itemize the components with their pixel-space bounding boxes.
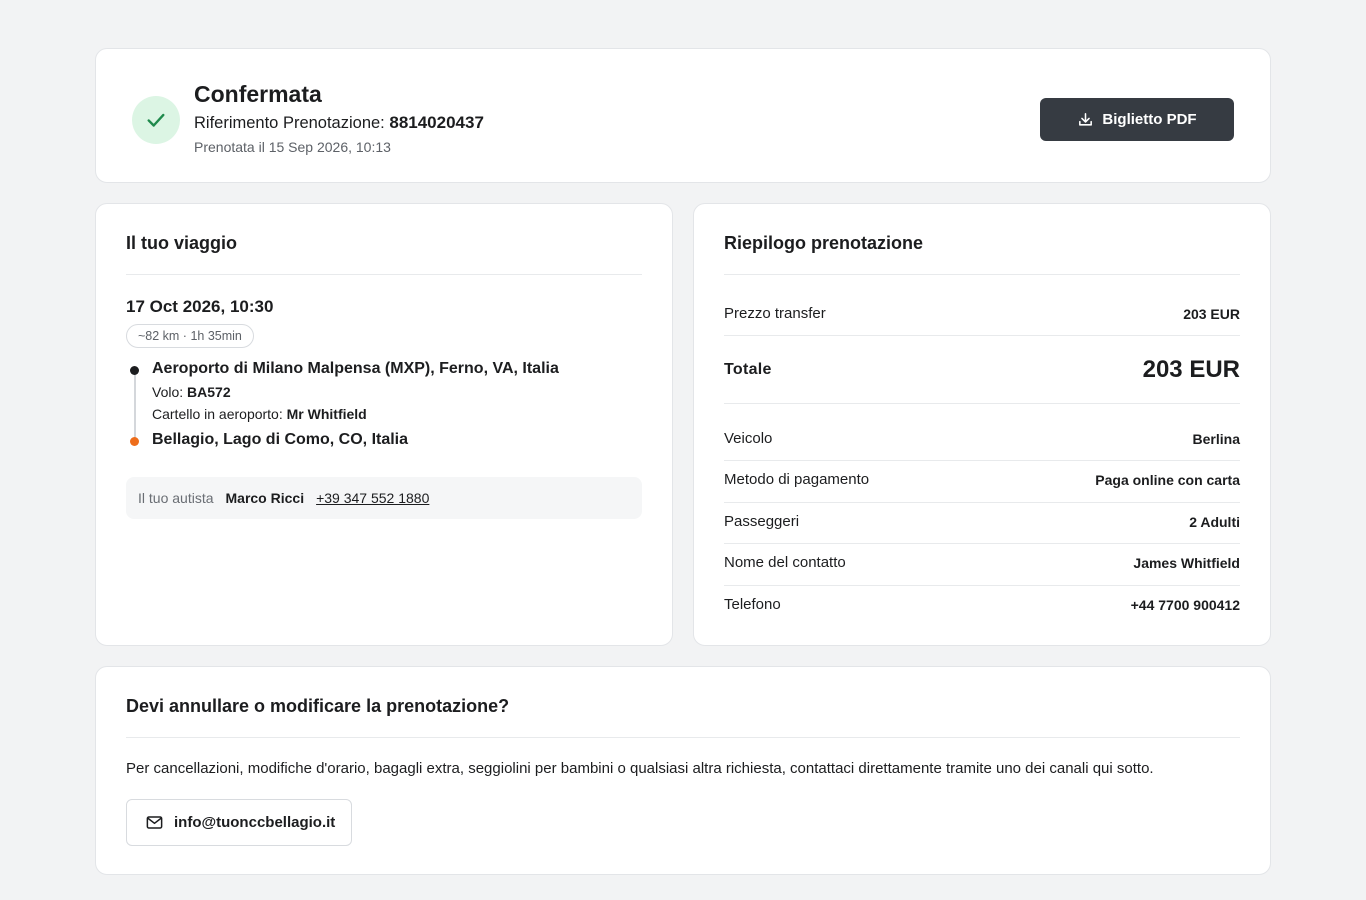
status-title: Confermata: [194, 81, 322, 107]
divider: [724, 543, 1240, 544]
transfer-price-value: 203 EUR: [1183, 305, 1240, 322]
sign-value: Mr Whitfield: [286, 406, 367, 422]
pickup-dot-icon: [130, 366, 139, 375]
route-line: [134, 374, 136, 440]
flight-value: BA572: [187, 384, 231, 400]
download-pdf-button[interactable]: Biglietto PDF: [1040, 98, 1234, 141]
phone-value: +44 7700 900412: [1130, 596, 1240, 613]
summary-row: Nome del contatto James Whitfield: [724, 554, 1240, 571]
divider: [724, 274, 1240, 275]
pickup-location: Aeroporto di Milano Malpensa (MXP), Fern…: [152, 360, 559, 377]
booked-at: Prenotata il 15 Sep 2026, 10:13: [194, 139, 391, 155]
sign-label: Cartello in aeroporto:: [152, 406, 283, 422]
divider: [724, 335, 1240, 336]
driver-label: Il tuo autista: [138, 490, 214, 506]
check-icon: [132, 96, 180, 144]
vehicle-label: Veicolo: [724, 430, 773, 447]
reference-value: 8814020437: [389, 113, 484, 132]
dropoff-dot-icon: [130, 437, 139, 446]
summary-row: Metodo di pagamento Paga online con cart…: [724, 471, 1240, 488]
flight-label: Volo:: [152, 384, 184, 400]
booking-status-card: Confermata Riferimento Prenotazione: 881…: [95, 48, 1271, 183]
download-icon: [1077, 111, 1094, 128]
summary-row: Passeggeri 2 Adulti: [724, 513, 1240, 530]
driver-name: Marco Ricci: [225, 490, 305, 506]
driver-info: Il tuo autista Marco Ricci +39 347 552 1…: [126, 477, 642, 519]
divider: [724, 502, 1240, 503]
dropoff-location: Bellagio, Lago di Como, CO, Italia: [152, 431, 409, 448]
summary-row: Veicolo Berlina: [724, 430, 1240, 447]
cancel-instructions: Per cancellazioni, modifiche d'orario, b…: [126, 760, 1154, 777]
summary-title: Riepilogo prenotazione: [724, 233, 924, 253]
passengers-label: Passeggeri: [724, 513, 800, 530]
passengers-value: 2 Adulti: [1189, 513, 1240, 530]
total-label: Totale: [724, 361, 772, 378]
booking-summary-card: Riepilogo prenotazione Prezzo transfer 2…: [693, 203, 1271, 646]
trip-date-time: 17 Oct 2026, 10:30: [126, 297, 274, 316]
payment-method-label: Metodo di pagamento: [724, 471, 870, 488]
cancel-title: Devi annullare o modificare la prenotazi…: [126, 696, 510, 716]
cancel-modify-card: Devi annullare o modificare la prenotazi…: [95, 666, 1271, 875]
mail-icon: [145, 813, 164, 832]
phone-label: Telefono: [724, 596, 781, 613]
transfer-price-label: Prezzo transfer: [724, 305, 826, 322]
contact-name-label: Nome del contatto: [724, 554, 846, 571]
trip-card: Il tuo viaggio 17 Oct 2026, 10:30 ~82 km…: [95, 203, 673, 646]
divider: [724, 585, 1240, 586]
divider: [126, 737, 1240, 738]
booking-reference: Riferimento Prenotazione: 8814020437: [194, 113, 484, 133]
divider: [724, 403, 1240, 404]
contact-name-value: James Whitfield: [1133, 554, 1240, 571]
email-address: info@tuonccbellagio.it: [174, 814, 336, 831]
divider: [126, 274, 642, 275]
transfer-price-row: Prezzo transfer 203 EUR: [724, 305, 1240, 322]
divider: [724, 460, 1240, 461]
trip-title: Il tuo viaggio: [126, 233, 237, 253]
reference-label: Riferimento Prenotazione:: [194, 114, 385, 132]
download-pdf-label: Biglietto PDF: [1102, 111, 1197, 128]
total-value: 203 EUR: [1142, 356, 1240, 383]
driver-phone-link[interactable]: +39 347 552 1880: [316, 490, 429, 506]
total-row: Totale 203 EUR: [724, 356, 1240, 384]
summary-row: Telefono +44 7700 900412: [724, 596, 1240, 613]
flight-info: Volo: BA572: [152, 384, 231, 400]
email-contact-button[interactable]: info@tuonccbellagio.it: [126, 799, 352, 846]
distance-duration-badge: ~82 km · 1h 35min: [126, 324, 254, 348]
payment-method-value: Paga online con carta: [1095, 471, 1240, 488]
airport-sign-info: Cartello in aeroporto: Mr Whitfield: [152, 406, 367, 422]
vehicle-value: Berlina: [1192, 430, 1240, 447]
